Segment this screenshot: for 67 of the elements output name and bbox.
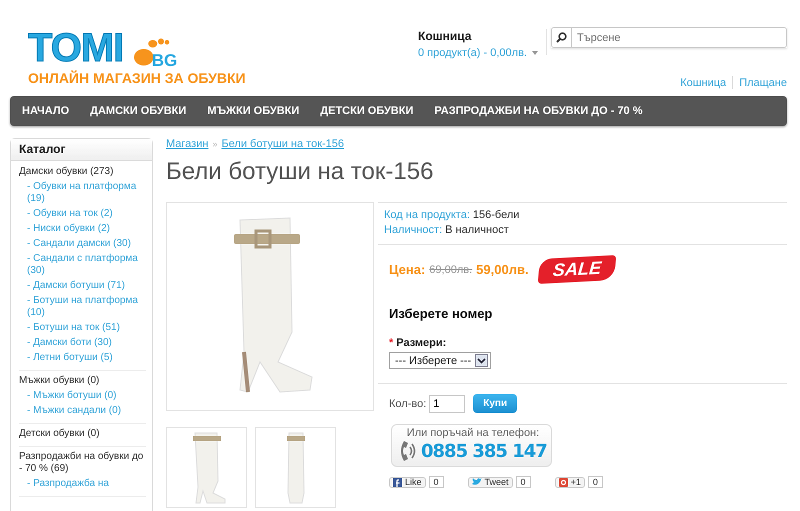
subcategory-link[interactable]: - Мъжки ботуши (0)	[19, 390, 146, 402]
caret-icon	[532, 50, 538, 56]
breadcrumb-link[interactable]: Бели ботуши на ток-156	[221, 138, 344, 150]
phone-icon	[398, 439, 418, 463]
required-mark: *	[389, 337, 394, 349]
product-photo[interactable]	[166, 202, 374, 411]
share-button[interactable]: +1	[554, 476, 585, 488]
share-button[interactable]: Like	[389, 476, 426, 488]
search-button[interactable]	[551, 27, 572, 48]
search-field[interactable]: Търсене	[572, 27, 787, 48]
field-value: 156-бели	[472, 209, 520, 221]
subcategory-link[interactable]: - Мъжки сандали (0)	[19, 405, 146, 417]
category-link[interactable]: Детски обувки (0)	[19, 428, 146, 440]
quantity-field[interactable]: 1	[429, 394, 466, 412]
menu-item[interactable]: РАЗПРОДАЖБИ НА ОБУВКИ ДО - 70 %	[434, 105, 643, 117]
catalog-title: Каталог	[11, 139, 152, 161]
field-label: Код на продукта:	[384, 209, 470, 221]
subcategory-link[interactable]: - Обувки на ток (2)	[19, 208, 146, 220]
size-select[interactable]: --- Изберете ---	[389, 352, 492, 369]
subcategory-link[interactable]: - Ниски обувки (2)	[19, 223, 146, 235]
share-count: 0	[516, 476, 531, 488]
search-icon	[556, 32, 567, 43]
category-link[interactable]: Мъжки обувки (0)	[19, 375, 146, 387]
menu-item[interactable]: НАЧАЛО	[22, 105, 70, 117]
subcategory-link[interactable]: - Летни ботуши (5)	[19, 352, 146, 364]
logo-wordmark[interactable]: TOMI	[28, 28, 124, 68]
subcategory-link[interactable]: - Сандали дамски (30)	[19, 238, 146, 250]
subcategory-link[interactable]: - Сандали с платформа (30)	[19, 253, 146, 277]
old-price: 69,00лв.	[429, 264, 472, 276]
menu-item[interactable]: ДАМСКИ ОБУВКИ	[90, 105, 186, 117]
subcategory-link[interactable]: - Дамски ботуши (71)	[19, 280, 146, 292]
product-thumbnail[interactable]	[166, 427, 247, 508]
category-link[interactable]: Разпродажби на обувки до - 70 % (69)	[19, 451, 146, 475]
facebook-icon	[393, 478, 402, 486]
field-value: В наличност	[445, 224, 509, 236]
subcategory-link[interactable]: - Ботуши на ток (51)	[19, 322, 146, 334]
field-label: Наличност:	[384, 224, 442, 236]
phone-caption: Или поръчай на телефон:	[406, 427, 540, 439]
options-heading: Изберете номер	[389, 306, 494, 321]
quantity-label: Кол-во:	[389, 398, 426, 410]
breadcrumb-link[interactable]: Магазин	[166, 138, 208, 150]
subcategory-link[interactable]: - Обувки на платформа (19)	[19, 181, 146, 205]
subcategory-link[interactable]: - Дамски боти (30)	[19, 337, 146, 349]
product-thumbnail[interactable]	[255, 427, 336, 508]
logo-tagline: ОНЛАЙН МАГАЗИН ЗА ОБУВКИ	[28, 70, 246, 86]
breadcrumb-separator: »	[212, 139, 218, 149]
bird-icon	[472, 478, 482, 486]
subcategory-link[interactable]: - Ботуши на платформа (10)	[19, 295, 146, 319]
price-label: Цена:	[389, 262, 426, 277]
phone-number: 0885 385 147	[421, 440, 547, 462]
header-link[interactable]: Кошница	[680, 76, 726, 88]
category-link[interactable]: Дамски обувки (273)	[19, 166, 146, 178]
sale-badge: SALE	[537, 255, 616, 284]
cart-title: Кошница	[418, 29, 472, 43]
product-title: Бели ботуши на ток-156	[166, 158, 434, 186]
size-label: Размери:	[396, 337, 446, 349]
cart-summary-link[interactable]: 0 продукт(а) - 0,00лв.	[418, 47, 538, 59]
subcategory-link[interactable]: - Разпродажба на	[19, 478, 146, 490]
share-button[interactable]: Tweet	[468, 476, 513, 488]
menu-item[interactable]: МЪЖКИ ОБУВКИ	[207, 105, 300, 117]
share-count: 0	[428, 476, 444, 488]
logo-suffix: BG	[152, 53, 178, 68]
sale-price: 59,00лв.	[476, 262, 529, 277]
header-link[interactable]: Плащане	[739, 76, 787, 88]
menu-item[interactable]: ДЕТСКИ ОБУВКИ	[320, 105, 414, 117]
share-count: 0	[588, 476, 603, 488]
buy-button[interactable]: Купи	[473, 394, 518, 413]
